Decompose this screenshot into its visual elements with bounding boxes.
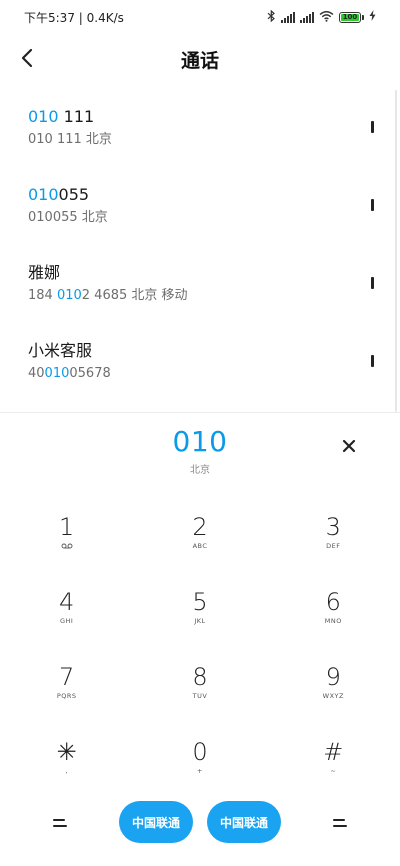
key-digit: 3: [325, 513, 341, 541]
number-location: 北京: [190, 465, 210, 476]
battery-icon: 100: [339, 11, 364, 23]
signal-2-icon: [300, 11, 314, 23]
close-icon: [342, 439, 356, 453]
key-digit: 4: [59, 588, 75, 616]
page-title: 通话: [180, 50, 219, 72]
key-2[interactable]: 2 ABC: [133, 495, 266, 570]
key-5[interactable]: 5 JKL: [133, 570, 266, 645]
key-letters: +: [197, 767, 203, 775]
key-digit: 8: [192, 663, 208, 691]
key-letters: ~: [330, 767, 337, 775]
key-letters: PQRS: [56, 692, 77, 700]
status-time-speed: 下午5:37 | 0.4K/s: [24, 10, 124, 25]
result-name: 雅娜: [28, 263, 61, 282]
result-name: 010055: [28, 185, 90, 204]
key-digit: 1: [59, 513, 75, 541]
dialpad: 010 北京 1 2 ABC 3 DEF 4 GHI 5 JKL 6 MNO 7…: [0, 412, 400, 866]
key-digit: 5: [192, 588, 208, 616]
key-letters: MNO: [324, 617, 342, 625]
signal-1-icon: [281, 11, 295, 23]
menu-button[interactable]: [46, 811, 74, 835]
result-detail: 184 0102 4685 北京 移动: [28, 288, 188, 303]
result-detail: 010055 北京: [28, 210, 108, 225]
wifi-icon: [319, 10, 334, 25]
dialpad-bottom-bar: 中国联通 中国联通: [0, 799, 400, 849]
key-hash[interactable]: # ~: [267, 720, 400, 795]
key-digit: ✳: [56, 738, 77, 766]
key-letters: GHI: [59, 617, 74, 625]
charging-icon: [369, 10, 376, 24]
key-digit: 6: [325, 588, 341, 616]
key-7[interactable]: 7 PQRS: [0, 645, 133, 720]
call-sim1-button[interactable]: 中国联通: [119, 801, 193, 843]
battery-level: 100: [341, 12, 359, 21]
call-sim2-button[interactable]: 中国联通: [207, 801, 281, 843]
key-star[interactable]: ✳ ,: [0, 720, 133, 795]
scrollbar[interactable]: [395, 90, 397, 412]
voicemail-icon: [61, 541, 73, 551]
status-bar: 下午5:37 | 0.4K/s 100: [0, 0, 400, 34]
key-letters: ABC: [192, 542, 208, 550]
key-3[interactable]: 3 DEF: [267, 495, 400, 570]
result-item[interactable]: 雅娜 184 0102 4685 北京 移动: [0, 246, 400, 324]
result-item[interactable]: 小米客服 4001005678: [0, 324, 400, 402]
key-digit: #: [323, 738, 344, 766]
result-item[interactable]: 010055 010055 北京: [0, 168, 400, 246]
bluetooth-icon: [267, 9, 276, 25]
search-results-list: 010 111 010 111 北京 010055 010055 北京 雅娜 1…: [0, 90, 400, 402]
key-letters: WXYZ: [322, 692, 344, 700]
key-digit: 0: [192, 738, 208, 766]
key-1[interactable]: 1: [0, 495, 133, 570]
key-letters: JKL: [194, 617, 206, 625]
row-handle-icon: [371, 277, 374, 289]
result-item[interactable]: 010 111 010 111 北京: [0, 90, 400, 168]
result-detail: 010 111 北京: [28, 132, 112, 147]
row-handle-icon: [371, 199, 374, 211]
row-handle-icon: [371, 121, 374, 133]
result-detail: 4001005678: [28, 366, 111, 381]
result-name: 010 111: [28, 107, 95, 126]
key-6[interactable]: 6 MNO: [267, 570, 400, 645]
delete-button[interactable]: [334, 431, 364, 461]
key-letters: TUV: [192, 692, 208, 700]
dialpad-toggle-button[interactable]: [326, 811, 354, 835]
key-digit: 2: [192, 513, 208, 541]
key-digit: 7: [59, 663, 75, 691]
key-9[interactable]: 9 WXYZ: [267, 645, 400, 720]
key-4[interactable]: 4 GHI: [0, 570, 133, 645]
row-handle-icon: [371, 355, 374, 367]
key-8[interactable]: 8 TUV: [133, 645, 266, 720]
result-name: 小米客服: [28, 341, 93, 360]
header: 通话: [0, 38, 400, 78]
status-icons: 100: [267, 9, 376, 25]
key-letters: ,: [65, 767, 68, 775]
keypad-grid: 1 2 ABC 3 DEF 4 GHI 5 JKL 6 MNO 7 PQRS 8…: [0, 495, 400, 795]
key-0[interactable]: 0 +: [133, 720, 266, 795]
key-letters: DEF: [326, 542, 341, 550]
key-digit: 9: [325, 663, 341, 691]
